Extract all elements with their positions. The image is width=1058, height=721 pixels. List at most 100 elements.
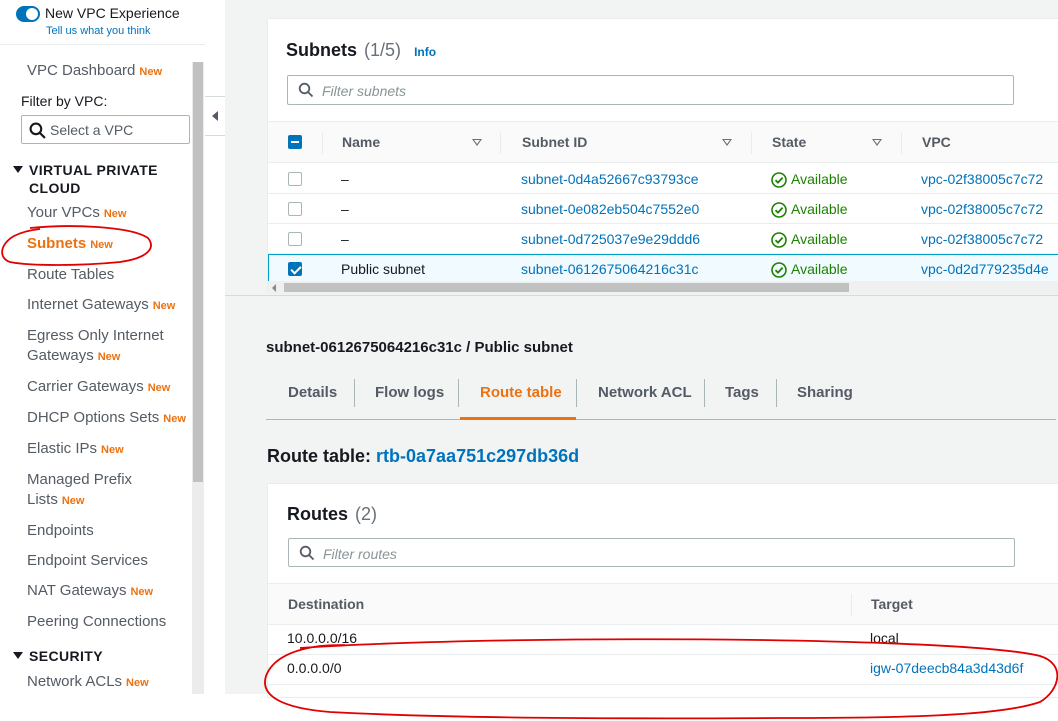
sort-icon[interactable] (472, 139, 482, 146)
section-security[interactable]: SECURITY (13, 647, 103, 665)
cell-subnet-id-link[interactable]: subnet-0612675064216c31c (521, 261, 699, 277)
sidebar-item-dhcp-options-sets[interactable]: DHCP Options Sets New (27, 408, 186, 429)
section-title: VIRTUAL PRIVATE (29, 162, 158, 178)
tab-details[interactable]: Details (288, 376, 356, 420)
cell-target-link[interactable]: igw-07deecb84a3d43d6f (870, 660, 1023, 676)
sidebar-item-label: VPC Dashboard (27, 62, 136, 79)
table-row[interactable]: – subnet-0e082eb504c7552e0 Available vpc… (268, 194, 1058, 224)
cell-destination: 0.0.0.0/0 (287, 660, 342, 676)
tab-flow-logs[interactable]: Flow logs (375, 376, 455, 420)
column-header-target[interactable]: Target (871, 596, 913, 612)
tab-divider (354, 379, 355, 407)
sidebar-item-label: Network ACLs (27, 673, 123, 690)
sidebar-item-endpoint-services[interactable]: Endpoint Services (27, 551, 148, 571)
section-title: CLOUD (29, 180, 81, 196)
sidebar-item-label: DHCP Options Sets (27, 409, 160, 426)
tab-divider (776, 379, 777, 407)
row-checkbox[interactable] (288, 172, 302, 186)
row-checkbox[interactable] (288, 262, 302, 276)
vpc-select[interactable]: Select a VPC (21, 115, 190, 144)
cell-subnet-id-link[interactable]: subnet-0d725037e9e29ddd6 (521, 231, 700, 247)
section-virtual-private-cloud[interactable]: VIRTUAL PRIVATE CLOUD (13, 161, 158, 197)
detail-tabs: Details Flow logs Route table Network AC… (266, 376, 1056, 420)
cell-subnet-id-link[interactable]: subnet-0d4a52667c93793ce (521, 171, 699, 187)
sort-icon[interactable] (872, 139, 882, 146)
sidebar-item-internet-gateways[interactable]: Internet Gateways New (27, 295, 175, 316)
column-divider (851, 594, 852, 616)
info-link[interactable]: Info (414, 45, 436, 59)
table-row-selected[interactable]: Public subnet subnet-0612675064216c31c A… (268, 254, 1058, 284)
sidebar-item-label: Egress Only Internet (27, 327, 164, 344)
sidebar-item-carrier-gateways[interactable]: Carrier Gateways New (27, 377, 170, 398)
new-vpc-experience-toggle[interactable] (16, 6, 40, 22)
sidebar-item-peering-connections[interactable]: Peering Connections (27, 612, 166, 632)
main-content: Subnets (1/5) Info Filter subnets Name S… (225, 0, 1058, 698)
status-text: Available (791, 171, 848, 187)
sidebar-item-label: Peering Connections (27, 613, 167, 630)
horizontal-scrollbar[interactable] (268, 281, 1058, 294)
panel-title: Subnets (286, 40, 358, 60)
table-row[interactable]: – subnet-0d725037e9e29ddd6 Available vpc… (268, 224, 1058, 254)
sort-icon[interactable] (722, 139, 732, 146)
sidebar-item-route-tables[interactable]: Route Tables (27, 265, 114, 285)
sidebar-item-network-acls[interactable]: Network ACLs New (27, 672, 149, 693)
sidebar-item-label: Internet Gateways (27, 296, 149, 313)
column-divider (322, 132, 323, 154)
cell-vpc-link[interactable]: vpc-0d2d779235d4e (921, 261, 1049, 277)
collapse-sidebar-button[interactable] (205, 96, 227, 136)
select-all-checkbox[interactable] (288, 135, 302, 149)
tab-route-table[interactable]: Route table (460, 376, 576, 420)
sidebar-item-nat-gateways[interactable]: NAT Gateways New (27, 581, 153, 602)
sidebar-item-managed-prefix-lists[interactable]: Managed Prefix Lists New (27, 470, 192, 511)
routes-title: Routes (2) (287, 504, 377, 525)
sidebar-item-label: NAT Gateways (27, 582, 127, 599)
tab-sharing[interactable]: Sharing (797, 376, 867, 420)
cell-vpc-link[interactable]: vpc-02f38005c7c72 (921, 231, 1043, 247)
cell-target: local (870, 630, 899, 646)
sidebar-item-label: Carrier Gateways (27, 378, 144, 395)
new-badge: New (130, 586, 154, 598)
filter-placeholder: Filter subnets (322, 83, 407, 99)
row-checkbox[interactable] (288, 202, 302, 216)
sidebar-scrollbar[interactable] (192, 62, 204, 694)
sidebar-item-egress-only-internet-gateways[interactable]: Egress Only Internet Gateways New (27, 326, 192, 367)
row-checkbox[interactable] (288, 232, 302, 246)
column-divider (751, 132, 752, 154)
subnets-title: Subnets (1/5) Info (286, 40, 436, 61)
sidebar-item-endpoints[interactable]: Endpoints (27, 521, 94, 541)
column-header-vpc[interactable]: VPC (922, 134, 951, 150)
search-icon (299, 545, 315, 561)
column-header-state[interactable]: State (772, 134, 806, 150)
cell-vpc-link[interactable]: vpc-02f38005c7c72 (921, 171, 1043, 187)
filter-subnets-input[interactable]: Filter subnets (287, 75, 1014, 105)
route-table-id-link[interactable]: rtb-0a7aa751c297db36d (376, 446, 579, 466)
tab-tags[interactable]: Tags (725, 376, 765, 420)
column-divider (500, 132, 501, 154)
sidebar-item-elastic-ips[interactable]: Elastic IPs New (27, 439, 124, 460)
feedback-link[interactable]: Tell us what you think (46, 25, 151, 37)
search-icon (298, 82, 314, 98)
new-badge: New (152, 300, 176, 312)
sidebar-item-subnets[interactable]: Subnets New (27, 234, 113, 255)
section-title: SECURITY (29, 648, 103, 664)
tab-label: Network ACL (598, 384, 692, 401)
sidebar-item-vpc-dashboard[interactable]: VPC Dashboard New (27, 61, 162, 82)
cell-subnet-id-link[interactable]: subnet-0e082eb504c7552e0 (521, 201, 699, 217)
tab-network-acl[interactable]: Network ACL (598, 376, 698, 420)
sidebar-scrollbar-thumb[interactable] (193, 62, 203, 482)
sidebar-item-label: Endpoints (27, 522, 94, 539)
table-row: 10.0.0.0/16 local (268, 625, 1058, 655)
column-header-name[interactable]: Name (342, 134, 380, 150)
table-row[interactable]: – subnet-0d4a52667c93793ce Available vpc… (268, 164, 1058, 194)
cell-vpc-link[interactable]: vpc-02f38005c7c72 (921, 201, 1043, 217)
check-circle-icon (771, 232, 787, 248)
column-header-subnet-id[interactable]: Subnet ID (522, 134, 587, 150)
horizontal-scrollbar-thumb[interactable] (284, 283, 849, 292)
filter-routes-input[interactable]: Filter routes (288, 538, 1015, 567)
sidebar-item-label: Subnets (27, 235, 87, 252)
tab-label: Tags (725, 384, 759, 401)
scroll-left-arrow-icon[interactable] (272, 284, 276, 292)
detail-title: subnet-0612675064216c31c / Public subnet (266, 339, 573, 356)
column-header-destination[interactable]: Destination (288, 596, 364, 612)
sidebar-item-your-vpcs[interactable]: Your VPCs New (27, 203, 126, 224)
